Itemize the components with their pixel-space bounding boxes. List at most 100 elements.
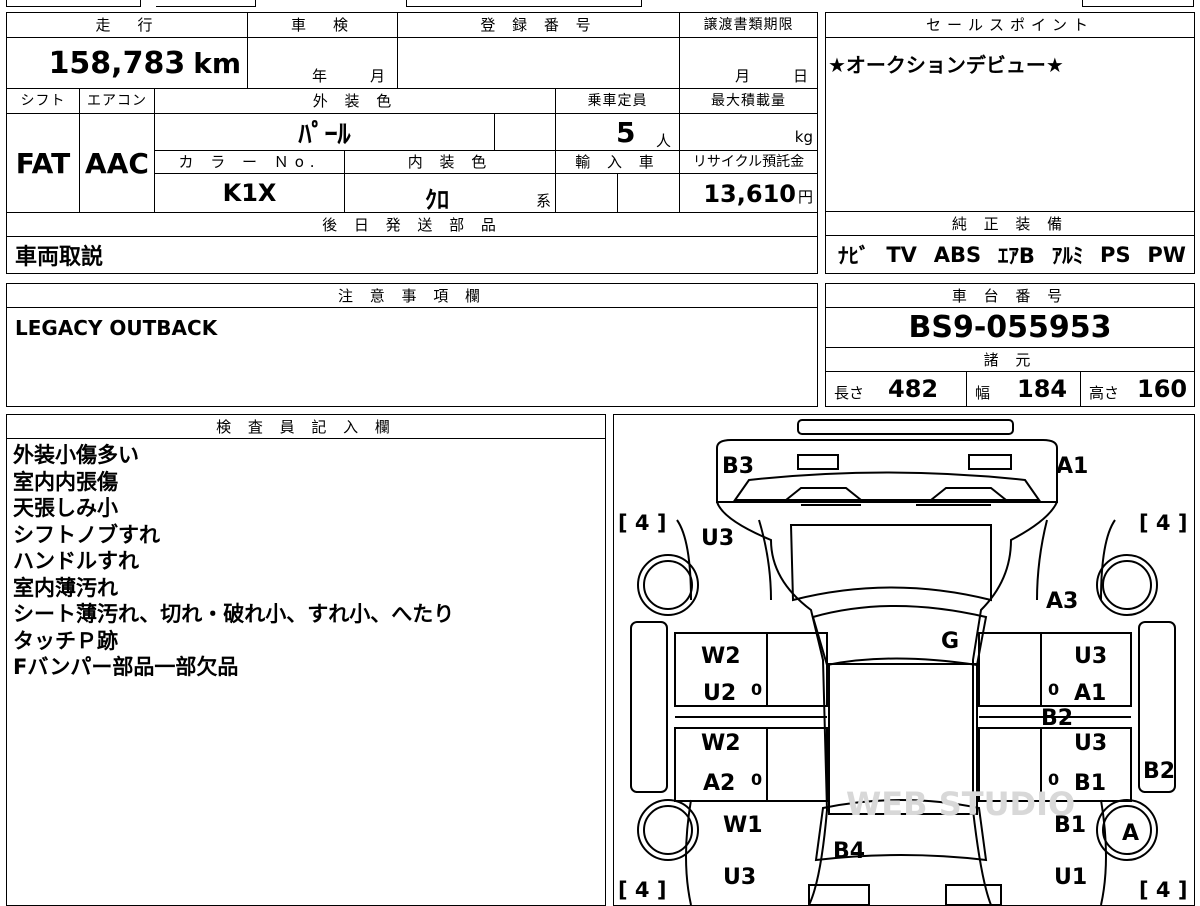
spec-width-label: 幅 <box>975 384 991 402</box>
inspector-panel: 検 査 員 記 入 欄 外装小傷多い 室内内張傷 天張しみ小 シフトノブすれ ハ… <box>6 414 606 906</box>
inspector-notes: 外装小傷多い 室内内張傷 天張しみ小 シフトノブすれ ハンドルすれ 室内薄汚れ … <box>13 442 454 681</box>
interior-color-value: ｸﾛ <box>425 186 449 214</box>
tire-code-front-left: [ 4 ] <box>618 511 666 535</box>
side-skirt-left <box>630 621 668 793</box>
code-u3-right-2: U3 <box>1074 731 1107 756</box>
code-zero-2: 0 <box>1048 680 1059 699</box>
exterior-color-extra <box>495 114 556 151</box>
recycle-value-cell: 13,610 円 <box>680 174 817 213</box>
spec-height-value: 160 <box>1137 375 1188 403</box>
shift-label: シフト <box>7 89 80 114</box>
damage-diagram-panel: WEB STUDIO B3 A1 [ 4 ] [ 4 ] U3 A3 G W2 … <box>613 414 1195 906</box>
roof <box>811 605 988 667</box>
wheel-front-right <box>1096 554 1158 616</box>
top-strip <box>6 0 1194 7</box>
spec-height-label: 高さ <box>1089 384 1120 402</box>
inspector-note: シフトノブすれ <box>13 522 160 547</box>
specs-label: 諸 元 <box>826 348 1194 372</box>
registration-value <box>398 38 680 89</box>
inspector-note: シート薄汚れ、切れ・破れ小、すれ小、へたり <box>13 602 455 626</box>
inspector-note: 外装小傷多い <box>13 443 139 467</box>
capacity-value-cell: 5 人 <box>556 114 680 151</box>
interior-color-label: 内 装 色 <box>345 151 556 174</box>
capacity-label: 乗車定員 <box>556 89 680 114</box>
code-zero-3: 0 <box>751 770 762 789</box>
code-u3-right-1: U3 <box>1074 644 1107 669</box>
code-w2-left-1: W2 <box>701 644 741 669</box>
spec-height-cell: 高さ 160 <box>1081 372 1194 406</box>
wheel-rear-left-inner <box>643 805 693 855</box>
interior-color-value-cell: ｸﾛ 系 <box>345 174 556 214</box>
mileage-value-cell: 158,783 km <box>7 38 248 89</box>
spec-length-cell: 長さ 482 <box>826 372 967 406</box>
code-zero-1: 0 <box>751 680 762 699</box>
tire-code-rear-right: [ 4 ] <box>1139 878 1187 902</box>
genuine-equipment-list: ﾅﾋﾞ TV ABS ｴｱB ｱﾙﾐ PS PW <box>826 236 1194 273</box>
recycle-value: 13,610 <box>703 179 796 208</box>
inspector-note: ハンドルすれ <box>13 549 139 573</box>
code-w2-left-2: W2 <box>701 731 741 756</box>
sales-point-panel: セールスポイント ★オークションデビュー★ <box>825 12 1195 212</box>
code-u1-right-bottom: U1 <box>1054 865 1087 890</box>
capacity-value: 5 <box>616 116 636 149</box>
code-b1-right: B1 <box>1074 771 1106 796</box>
front-bumper <box>716 439 1058 503</box>
shaken-year-unit: 年 <box>312 67 328 85</box>
caution-panel: 注 意 事 項 欄 LEGACY OUTBACK <box>6 283 818 407</box>
chassis-label: 車 台 番 号 <box>826 284 1194 308</box>
code-a1-right: A1 <box>1074 681 1106 706</box>
tire-code-front-right: [ 4 ] <box>1139 511 1187 535</box>
max-load-unit: kg <box>794 128 813 146</box>
vehicle-spec-panel: 走 行 車 検 登 録 番 号 譲渡書類期限 158,783 km 年 月 月 … <box>6 12 818 274</box>
spec-length-label: 長さ <box>834 384 865 402</box>
inspector-note: 天張しみ小 <box>13 496 118 520</box>
equipment-navi: ﾅﾋﾞ <box>838 243 870 268</box>
recycle-unit: 円 <box>797 188 813 206</box>
code-u3-left-top: U3 <box>701 526 734 551</box>
transfer-deadline-label: 譲渡書類期限 <box>680 13 817 38</box>
aircon-value: AAC <box>80 114 155 213</box>
hood <box>733 471 1041 501</box>
shaken-value-cell: 年 月 <box>248 38 398 89</box>
diagram-watermark: WEB STUDIO <box>846 785 1075 823</box>
spec-width-cell: 幅 184 <box>967 372 1081 406</box>
rear-bumper-right <box>945 884 1002 905</box>
caution-value: LEGACY OUTBACK <box>15 316 218 340</box>
color-no-value: K1X <box>155 174 345 213</box>
exterior-color-label: 外 装 色 <box>155 89 556 114</box>
code-u3-left-bottom: U3 <box>723 865 756 890</box>
recycle-label: リサイクル預託金 <box>680 151 817 174</box>
max-load-value-cell: kg <box>680 114 817 151</box>
inspector-note: 室内内張傷 <box>13 469 118 494</box>
wheel-front-left-inner <box>643 560 693 610</box>
code-a3-right: A3 <box>1046 589 1078 614</box>
code-a-right: A <box>1122 821 1139 846</box>
code-b2-right-mid: B2 <box>1041 706 1073 731</box>
spec-length-value: 482 <box>888 375 939 403</box>
import-value-right <box>618 174 680 213</box>
code-a2-left: A2 <box>703 771 735 796</box>
code-b4-rear: B4 <box>833 839 865 864</box>
capacity-unit: 人 <box>656 132 672 150</box>
inspector-note: タッチＰ跡 <box>13 628 118 653</box>
equipment-ps: PS <box>1100 242 1131 267</box>
caution-label: 注 意 事 項 欄 <box>7 284 817 308</box>
shift-value: FAT <box>7 114 80 213</box>
sales-point-label: セールスポイント <box>826 13 1194 38</box>
aircon-label: エアコン <box>80 89 155 114</box>
genuine-equipment-panel: 純 正 装 備 ﾅﾋﾞ TV ABS ｴｱB ｱﾙﾐ PS PW <box>825 212 1195 274</box>
shaken-month-unit: 月 <box>370 67 386 85</box>
transfer-day-unit: 日 <box>793 67 809 85</box>
spec-width-value: 184 <box>1017 375 1068 403</box>
rear-bumper <box>808 884 870 905</box>
max-load-label: 最大積載量 <box>680 89 817 114</box>
chassis-value: BS9-055953 <box>826 308 1194 348</box>
equipment-pw: PW <box>1147 242 1186 267</box>
code-g-glass: G <box>941 629 959 654</box>
grille-left <box>783 487 864 501</box>
inspector-note: Fバンパー部品一部欠品 <box>13 655 239 679</box>
import-label: 輸 入 車 <box>556 151 680 174</box>
mileage-value: 158,783 <box>48 46 186 81</box>
color-no-label: カ ラ ー Ｎo. <box>155 151 345 174</box>
transfer-deadline-value-cell: 月 日 <box>680 38 817 89</box>
